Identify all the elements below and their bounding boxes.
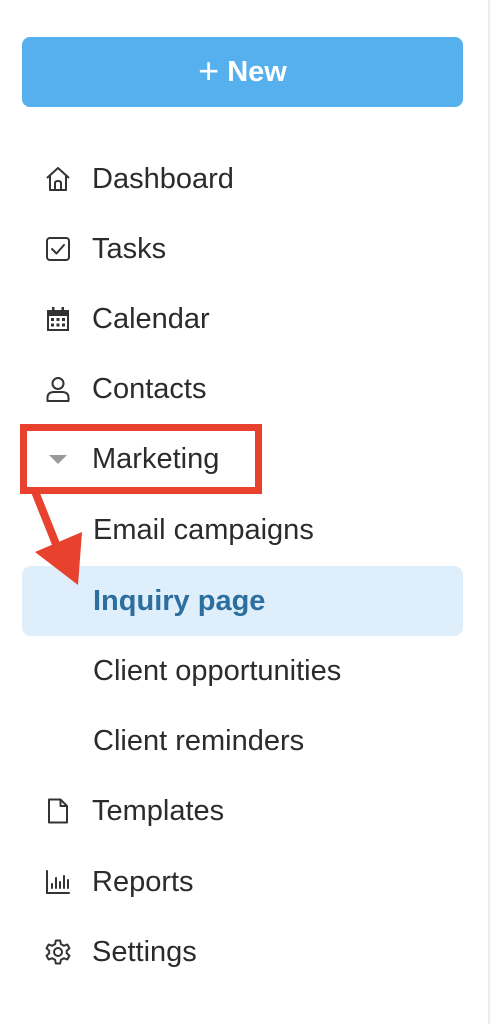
gear-icon: [42, 936, 74, 968]
nav-item-tasks[interactable]: Tasks: [22, 218, 463, 280]
plus-icon: +: [198, 49, 220, 91]
new-button-label: New: [227, 55, 287, 88]
subnav-label-client-reminders: Client reminders: [93, 724, 305, 757]
nav-label-contacts: Contacts: [92, 372, 207, 405]
nav-item-contacts[interactable]: Contacts: [22, 358, 463, 420]
subnav-label-client-opportunities: Client opportunities: [93, 654, 342, 687]
bar-chart-icon: [42, 866, 74, 898]
nav-item-reports[interactable]: Reports: [22, 851, 463, 913]
sidebar: + New Dashboard Tasks Calendar Contacts …: [0, 0, 490, 1024]
nav-label-reports: Reports: [92, 865, 194, 898]
checkbox-icon: [42, 233, 74, 265]
nav-item-marketing[interactable]: Marketing: [22, 428, 463, 490]
nav-label-templates: Templates: [92, 794, 225, 827]
nav-item-calendar[interactable]: Calendar: [22, 288, 463, 350]
subnav-item-inquiry-page[interactable]: Inquiry page: [22, 566, 463, 636]
subnav-label-inquiry-page: Inquiry page: [93, 584, 266, 617]
nav-label-tasks: Tasks: [92, 232, 167, 265]
calendar-icon: [42, 303, 74, 335]
nav-label-settings: Settings: [92, 935, 197, 968]
new-button[interactable]: + New: [22, 37, 463, 107]
nav-label-calendar: Calendar: [92, 302, 210, 335]
file-icon: [42, 795, 74, 827]
home-icon: [42, 163, 74, 195]
nav-label-dashboard: Dashboard: [92, 162, 234, 195]
nav-item-dashboard[interactable]: Dashboard: [22, 148, 463, 210]
nav-item-settings[interactable]: Settings: [22, 921, 463, 983]
person-icon: [42, 373, 74, 405]
caret-down-icon: [42, 443, 74, 475]
nav-label-marketing: Marketing: [92, 442, 220, 475]
nav-item-templates[interactable]: Templates: [22, 780, 463, 842]
subnav-item-client-opportunities[interactable]: Client opportunities: [22, 640, 463, 702]
subnav-item-client-reminders[interactable]: Client reminders: [22, 710, 463, 772]
subnav-item-email-campaigns[interactable]: Email campaigns: [22, 499, 463, 561]
subnav-label-email-campaigns: Email campaigns: [93, 513, 314, 546]
